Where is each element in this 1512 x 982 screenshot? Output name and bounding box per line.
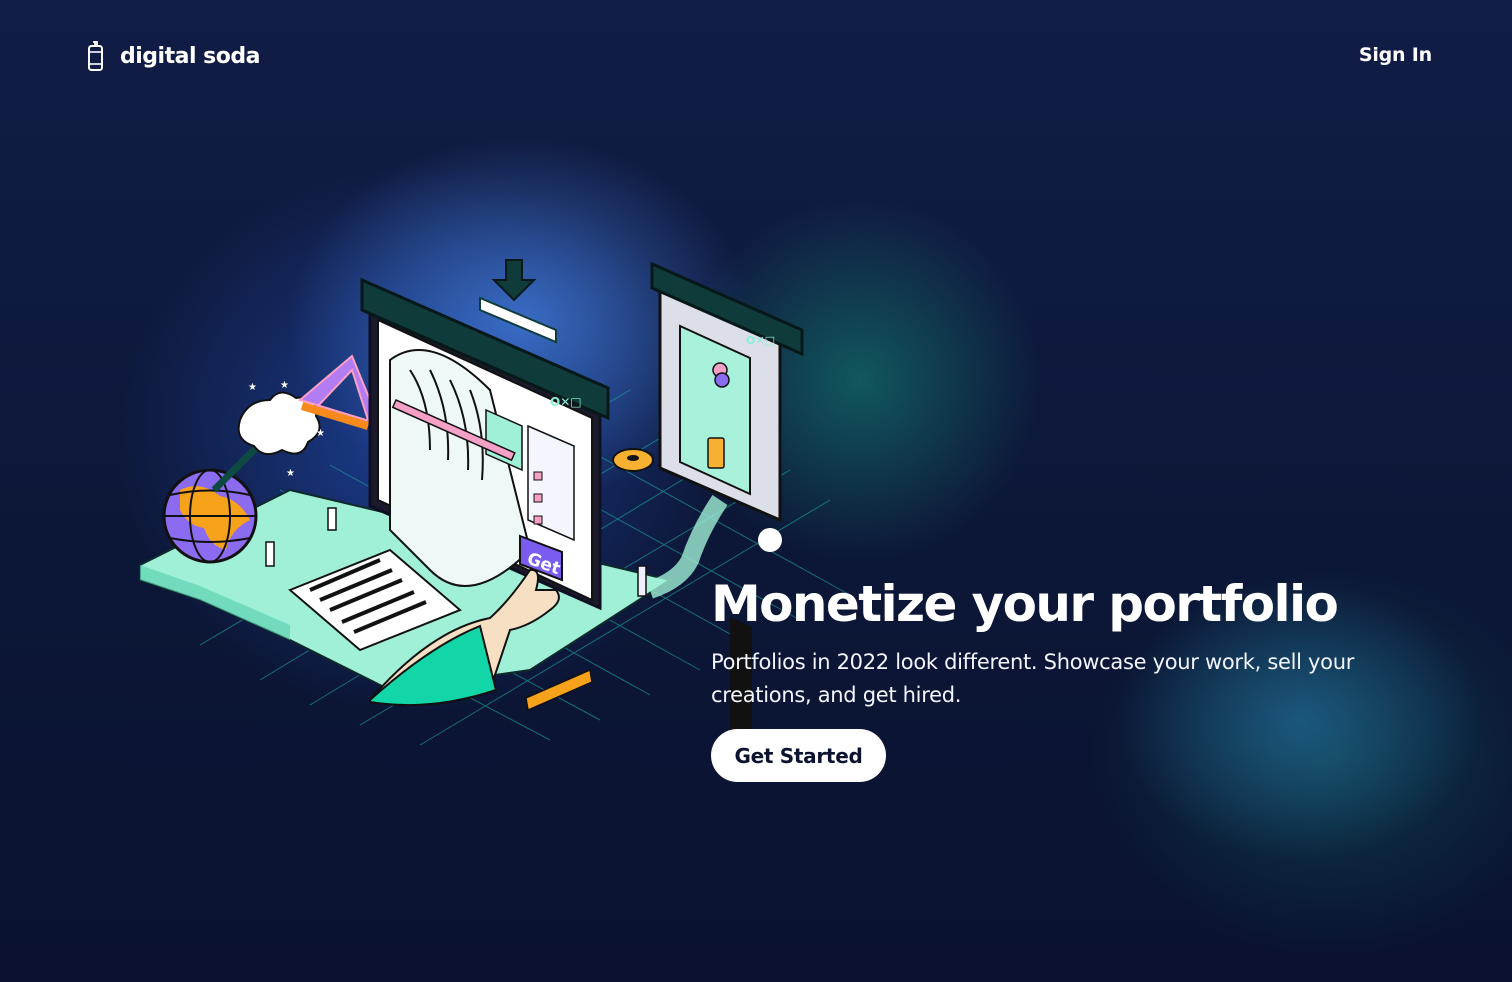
svg-text:★: ★ [248,382,257,393]
svg-text:★: ★ [280,380,289,391]
hero-subtitle: Portfolios in 2022 look different. Showc… [711,650,1355,707]
brand-logo[interactable]: digital soda [86,40,260,72]
get-started-button[interactable]: Get Started [711,729,886,782]
svg-text:O✕□: O✕□ [550,395,582,409]
globe [162,468,258,564]
svg-text:★: ★ [316,428,325,439]
hero-section: Monetize your portfolio Portfolios in 20… [711,574,1431,782]
svg-text:O✕□: O✕□ [746,334,775,347]
brand-name: digital soda [120,43,260,69]
svg-text:★: ★ [286,468,295,479]
soda-bottle-icon [88,41,103,71]
hero-title: Monetize your portfolio [711,575,1339,633]
download-arrow-icon [479,259,557,344]
sign-in-link[interactable]: Sign In [1359,44,1432,66]
top-nav: digital soda Sign In [0,0,1512,112]
